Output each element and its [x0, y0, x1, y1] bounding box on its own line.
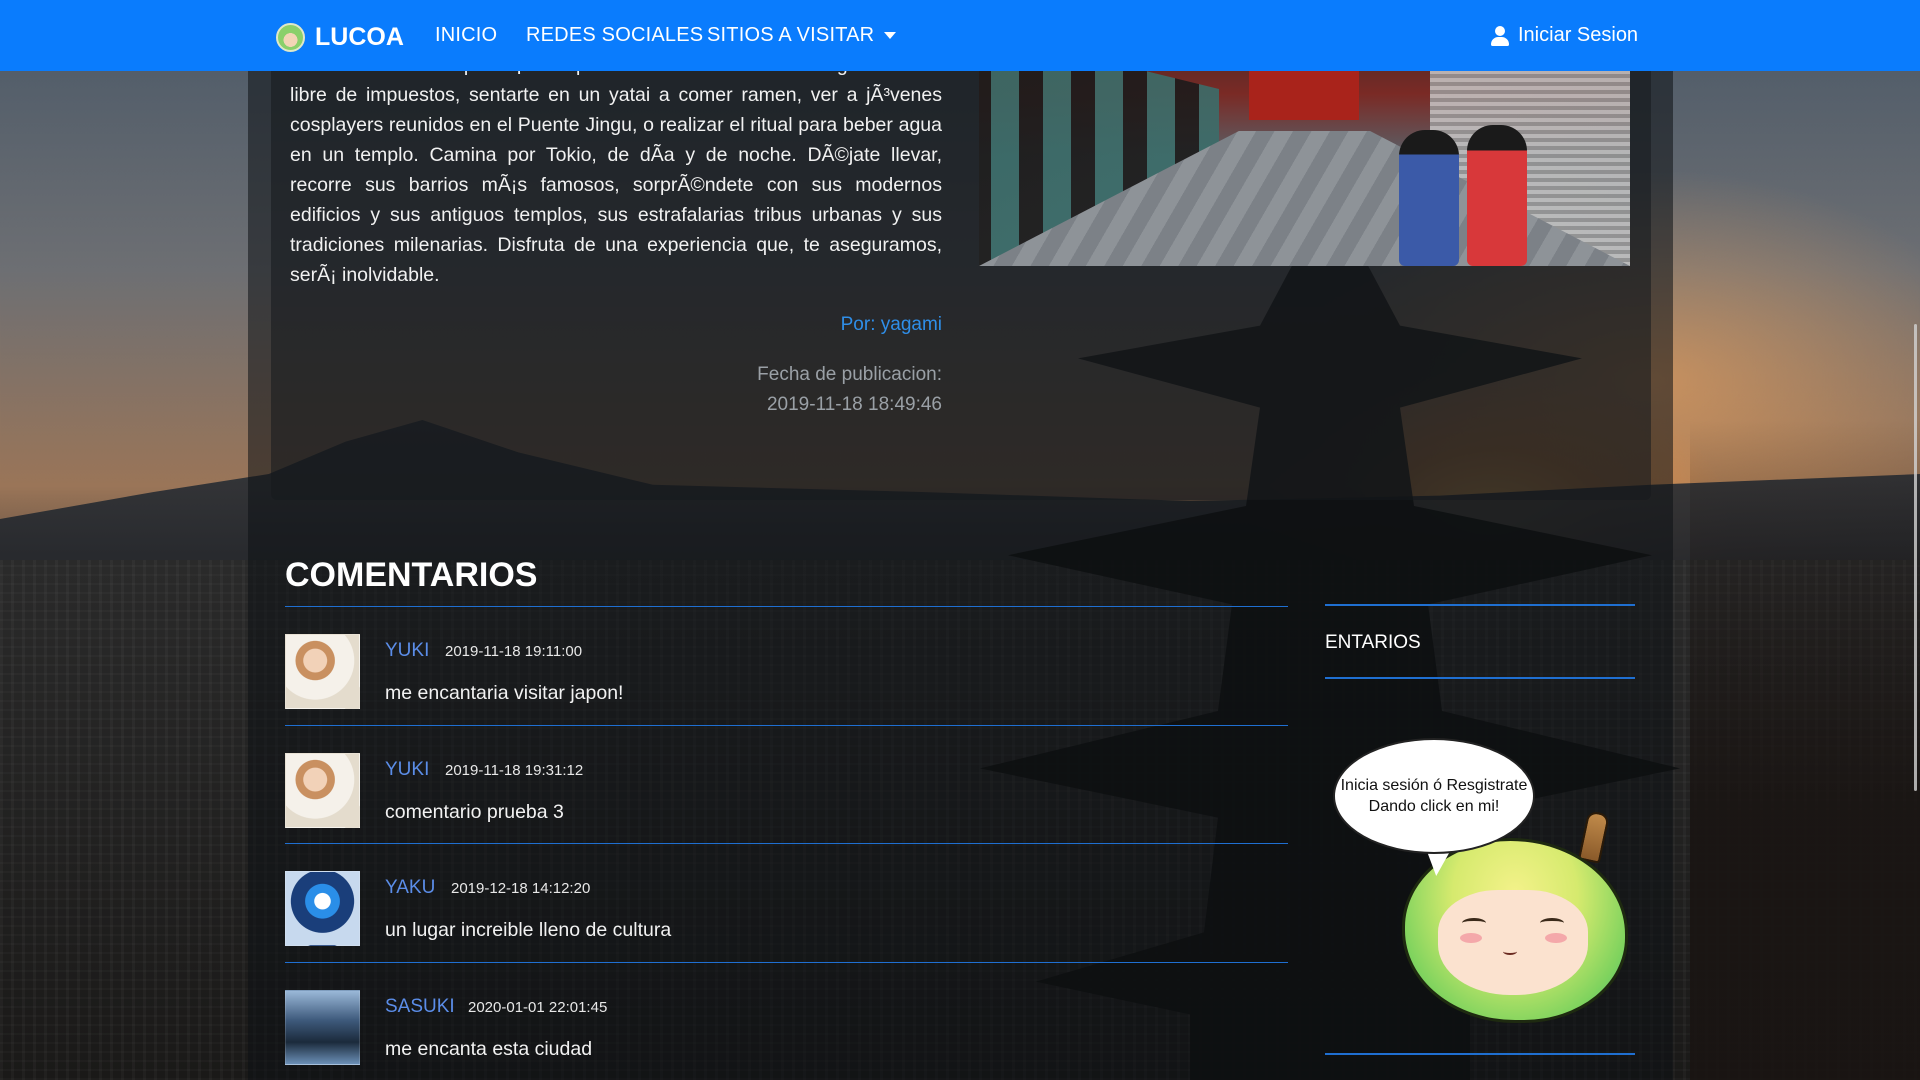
login-label: Iniciar Sesion	[1518, 24, 1639, 46]
scrollbar-thumb[interactable]	[1914, 324, 1917, 791]
comment-item: YUKI 2019-11-18 19:11:00 me encantaria v…	[285, 619, 1288, 737]
divider	[285, 843, 1288, 844]
divider	[285, 606, 1288, 607]
comment-text: me encantaria visitar japon!	[385, 682, 624, 704]
comment-date: 2019-12-18 14:12:20	[451, 880, 591, 897]
comment-author[interactable]: YUKI	[385, 759, 429, 781]
scrollbar[interactable]	[1910, 71, 1920, 1080]
brand-logo-icon	[276, 22, 305, 52]
sidebar-title: ENTARIOS	[1325, 632, 1421, 653]
sidebar-divider	[1325, 677, 1635, 679]
avatar	[285, 871, 360, 946]
image-person-blue-kimono	[1399, 130, 1459, 266]
mascot-eye	[1540, 918, 1564, 928]
nav-link-redes-sociales[interactable]: REDES SOCIALES	[526, 24, 703, 47]
avatar	[285, 990, 360, 1065]
bubble-line-2: Dando click en mi!	[1368, 798, 1500, 815]
login-link[interactable]: Iniciar Sesion	[1490, 24, 1638, 47]
comment-author[interactable]: SASUKI	[385, 996, 455, 1018]
comment-item: YUKI 2019-11-18 19:31:12 comentario prue…	[285, 738, 1288, 856]
login-speech-bubble[interactable]: Inicia sesión ó Resgistrate Dando click …	[1333, 738, 1535, 854]
sidebar-divider	[1325, 1053, 1635, 1055]
comments-title: COMENTARIOS	[285, 556, 538, 594]
mascot-face	[1438, 890, 1588, 995]
comment-item: SASUKI 2020-01-01 22:01:45 me encanta es…	[285, 975, 1288, 1080]
comment-date: 2020-01-01 22:01:45	[468, 999, 608, 1016]
comment-author[interactable]: YAKU	[385, 877, 435, 899]
navbar: LUCOA INICIO REDES SOCIALES SITIOS A VIS…	[0, 0, 1920, 71]
sidebar-divider	[1325, 604, 1635, 606]
publication-date-label: Fecha de publicacion:	[757, 364, 942, 385]
divider	[285, 725, 1288, 726]
comment-date: 2019-11-18 19:11:00	[445, 643, 583, 660]
comment-date: 2019-11-18 19:31:12	[445, 762, 584, 779]
background-tree	[1690, 420, 1920, 1080]
brand-link[interactable]: LUCOA	[276, 22, 404, 52]
comment-text: me encanta esta ciudad	[385, 1038, 593, 1060]
publication-date: 2019-11-18 18:49:46	[766, 394, 942, 415]
comment-author[interactable]: YUKI	[385, 640, 429, 662]
nav-link-inicio[interactable]: INICIO	[435, 24, 497, 47]
divider	[285, 962, 1288, 963]
image-person-red-kimono	[1467, 125, 1527, 266]
comment-text: un lugar increible lleno de cultura	[385, 919, 672, 941]
mascot-eye	[1462, 918, 1486, 928]
article-body: cerezos. tambiÃ©n podrÃ¡s comprar un tel…	[290, 54, 942, 286]
mascot-cheek	[1460, 933, 1482, 943]
chevron-down-icon	[884, 32, 897, 40]
comment-text: comentario prueba 3	[385, 801, 564, 823]
nav-dropdown-sitios[interactable]: SITIOS A VISITAR	[707, 24, 897, 47]
mascot-mouth	[1503, 948, 1517, 955]
brand-name: LUCOA	[315, 22, 404, 51]
user-icon	[1490, 25, 1510, 46]
avatar	[285, 634, 360, 709]
comment-item: YAKU 2019-12-18 14:12:20 un lugar increi…	[285, 856, 1288, 974]
author-link[interactable]: Por: yagami	[700, 314, 942, 336]
nav-dropdown-label: SITIOS A VISITAR	[707, 24, 875, 46]
mascot-cheek	[1545, 933, 1567, 943]
bubble-line-1: Inicia sesión ó Resgistrate	[1340, 777, 1528, 794]
avatar	[285, 753, 360, 828]
